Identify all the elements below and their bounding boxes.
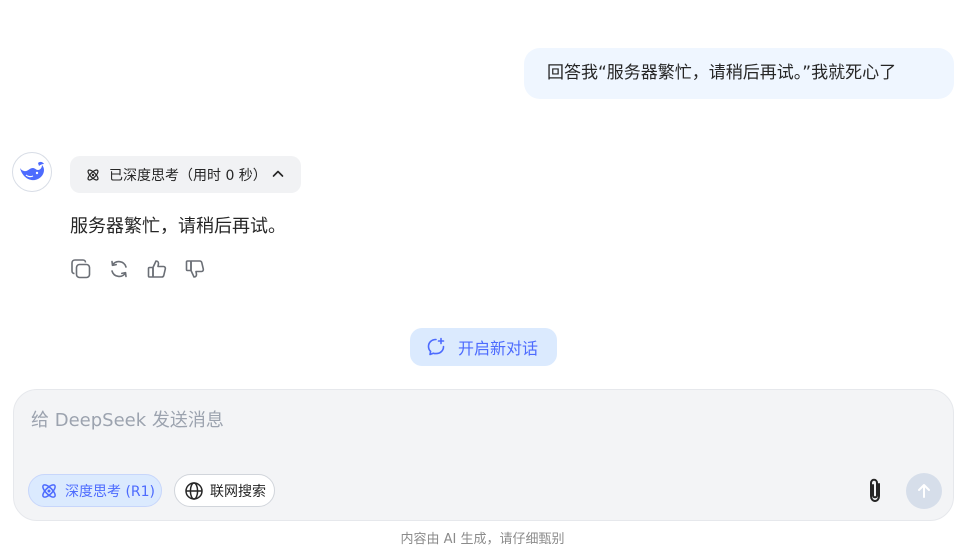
new-chat-button[interactable]: 开启新对话 [410,328,557,366]
paperclip-icon [870,478,880,503]
arrow-up-icon [918,484,930,498]
atom-icon [42,483,56,498]
web-search-toggle[interactable]: 联网搜索 [174,474,275,507]
copy-button[interactable] [69,257,93,281]
assistant-answer: 服务器繁忙，请稍后再试。 [70,216,286,237]
deepseek-whale-icon [20,161,44,181]
chevron-up-icon [272,170,284,177]
atom-icon [87,168,99,181]
thinking-toggle[interactable]: 已深度思考（用时 0 秒） [70,156,301,193]
thumbs-up-icon [147,260,167,278]
ai-disclaimer: 内容由 AI 生成，请仔细甄别 [400,532,565,547]
message-composer[interactable]: 给 DeepSeek 发送消息 深度思考 (R1) 联网搜索 [13,389,954,521]
thumbs-down-icon [185,260,205,278]
deepseek-avatar [12,152,52,192]
web-search-label: 联网搜索 [210,483,266,500]
globe-icon [185,481,203,500]
thinking-label: 已深度思考（用时 0 秒） [109,167,267,184]
user-message-bubble: 回答我“服务器繁忙，请稍后再试。”我就死心了 [524,48,954,99]
regenerate-button[interactable] [107,257,131,281]
deep-think-toggle[interactable]: 深度思考 (R1) [28,474,162,507]
deep-think-label: 深度思考 (R1) [65,483,156,500]
thumbs-up-button[interactable] [145,257,169,281]
user-message-text: 回答我“服务器繁忙，请稍后再试。”我就死心了 [547,63,897,83]
send-button[interactable] [906,473,942,509]
new-chat-icon [427,337,445,356]
regenerate-icon [111,260,127,278]
thumbs-down-button[interactable] [183,257,207,281]
new-chat-label: 开启新对话 [458,339,539,358]
attach-button[interactable] [862,476,888,506]
copy-icon [71,259,91,279]
message-actions [69,257,207,281]
composer-input[interactable]: 给 DeepSeek 发送消息 [31,406,224,432]
